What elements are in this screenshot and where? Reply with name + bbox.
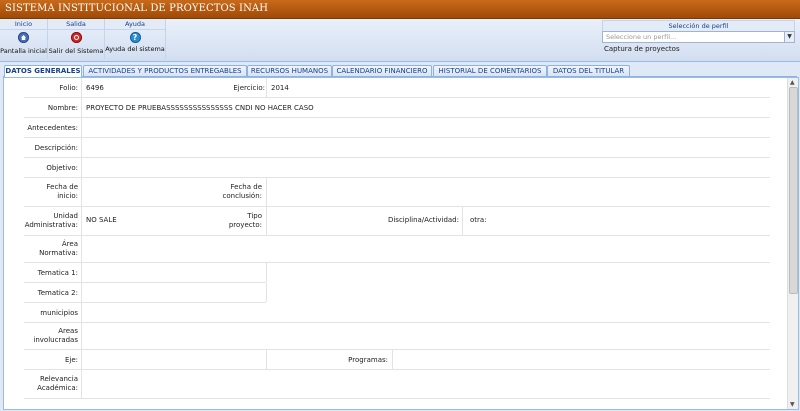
row-relevancia[interactable]: Relevancia Académica: (24, 370, 770, 399)
antecedentes-label: Antecedentes: (27, 124, 78, 132)
row-municipios[interactable]: municipios (24, 303, 770, 323)
home-icon (18, 32, 29, 43)
group-header: Inicio (0, 19, 47, 30)
scroll-up-icon[interactable]: ▲ (790, 79, 795, 86)
scroll-down-icon[interactable]: ▼ (790, 401, 795, 408)
descripcion-label: Descripción: (34, 144, 78, 152)
fecha-inicio-label-2: inicio: (57, 192, 78, 200)
tab-calendario-financiero[interactable]: CALENDARIO FINANCIERO (332, 65, 432, 76)
tab-bar: DATOS GENERALES ACTIVIDADES Y PRODUCTOS … (3, 65, 797, 77)
tab-historial-comentarios[interactable]: HISTORIAL DE COMENTARIOS (433, 65, 547, 76)
exit-button[interactable]: Salir del Sistema (48, 32, 104, 55)
row-eje: Eje: Programas: (24, 350, 770, 370)
fecha-conclusion-label-2: conclusión: (222, 192, 262, 200)
profile-select[interactable]: Seleccione un perfil... ▼ (602, 31, 795, 43)
fecha-conclusion-label-1: Fecha de (230, 183, 263, 191)
help-icon: ? (129, 32, 141, 43)
area-normativa-label-2: Normativa: (39, 249, 78, 257)
row-fechas: Fecha de inicio: Fecha de conclusión: (24, 178, 770, 207)
nombre-label: Nombre: (47, 104, 78, 112)
folio-value: 6496 (86, 84, 104, 92)
vertical-scrollbar[interactable]: ▲ ▼ (787, 78, 798, 409)
toolbar-group-salida: Salida Salir del Sistema (48, 19, 105, 59)
unidad-label-2: Administrativa: (24, 221, 78, 229)
objetivo-label: Objetivo: (46, 164, 78, 172)
area-normativa-label-1: Área (61, 240, 78, 248)
exit-button-label: Salir del Sistema (48, 47, 104, 55)
scrollbar-thumb[interactable] (789, 87, 798, 294)
group-header: Ayuda (105, 19, 165, 30)
row-antecedentes[interactable]: Antecedentes: (24, 118, 770, 138)
title-bar: SISTEMA INSTITUCIONAL DE PROYECTOS INAH (0, 0, 800, 19)
fecha-inicio-label-1: Fecha de (46, 183, 79, 191)
tab-datos-generales[interactable]: DATOS GENERALES (4, 65, 82, 77)
row-area-normativa[interactable]: Área Normativa: (24, 236, 770, 263)
row-unidad: Unidad Administrativa: NO SALE Tipo proy… (24, 207, 770, 236)
form-panel: Folio: 6496 Ejercicio: 2014 Nombre: PROY… (3, 77, 799, 410)
tab-recursos-humanos[interactable]: RECURSOS HUMANOS (247, 65, 332, 76)
profile-placeholder: Seleccione un perfil... (606, 33, 677, 41)
tab-actividades[interactable]: ACTIVIDADES Y PRODUCTOS ENTREGABLES (83, 65, 247, 76)
toolbar-group-inicio: Inicio Pantalla inicial (0, 19, 48, 59)
nombre-value: PROYECTO DE PRUEBASSSSSSSSSSSSSSS CNDI N… (86, 104, 314, 112)
help-button[interactable]: ? Ayuda del sistema (105, 32, 165, 53)
chevron-down-icon[interactable]: ▼ (784, 32, 794, 42)
otra-label: otra: (470, 216, 487, 224)
municipios-label: municipios (40, 309, 78, 317)
tematica-2-label: Tematica 2: (37, 289, 78, 297)
row-descripcion[interactable]: Descripción: (24, 138, 770, 158)
tipo-proyecto-label-1: Tipo (247, 212, 262, 220)
row-nombre[interactable]: Nombre: PROYECTO DE PRUEBASSSSSSSSSSSSSS… (24, 98, 770, 118)
relevancia-label-2: Académica: (37, 384, 78, 392)
folio-label: Folio: (59, 84, 78, 92)
tab-datos-titular[interactable]: DATOS DEL TITULAR (547, 65, 630, 76)
programas-label: Programas: (348, 356, 388, 364)
row-tematica-2[interactable]: Tematica 2: (24, 283, 267, 303)
profile-selector: Selección de perfil Seleccione un perfil… (602, 20, 795, 58)
app-title: SISTEMA INSTITUCIONAL DE PROYECTOS INAH (5, 3, 269, 14)
home-button-label: Pantalla inicial (0, 47, 47, 55)
home-button[interactable]: Pantalla inicial (0, 32, 47, 55)
unidad-label-1: Unidad (53, 212, 78, 220)
row-tematica-1[interactable]: Tematica 1: (24, 263, 267, 283)
help-button-label: Ayuda del sistema (105, 45, 165, 53)
areas-involucradas-label-1: Areas (58, 327, 78, 335)
current-profile: Captura de proyectos (604, 45, 680, 53)
ejercicio-value: 2014 (271, 84, 289, 92)
ejercicio-label: Ejercicio: (233, 84, 265, 92)
disciplina-label: Disciplina/Actividad: (387, 216, 459, 224)
eje-label: Eje: (64, 356, 78, 364)
tipo-proyecto-label-2: proyecto: (228, 221, 262, 229)
row-objetivo[interactable]: Objetivo: (24, 158, 770, 178)
group-header: Salida (48, 19, 104, 30)
row-areas-involucradas[interactable]: Areas involucradas (24, 323, 770, 350)
relevancia-label-1: Relevancia (39, 375, 78, 383)
tematica-1-label: Tematica 1: (37, 269, 78, 277)
areas-involucradas-label-2: involucradas (33, 336, 78, 344)
toolbar-group-ayuda: Ayuda ? Ayuda del sistema (105, 19, 166, 59)
power-icon (70, 32, 82, 43)
row-folio: Folio: 6496 Ejercicio: 2014 (24, 78, 770, 98)
unidad-value: NO SALE (86, 216, 117, 224)
